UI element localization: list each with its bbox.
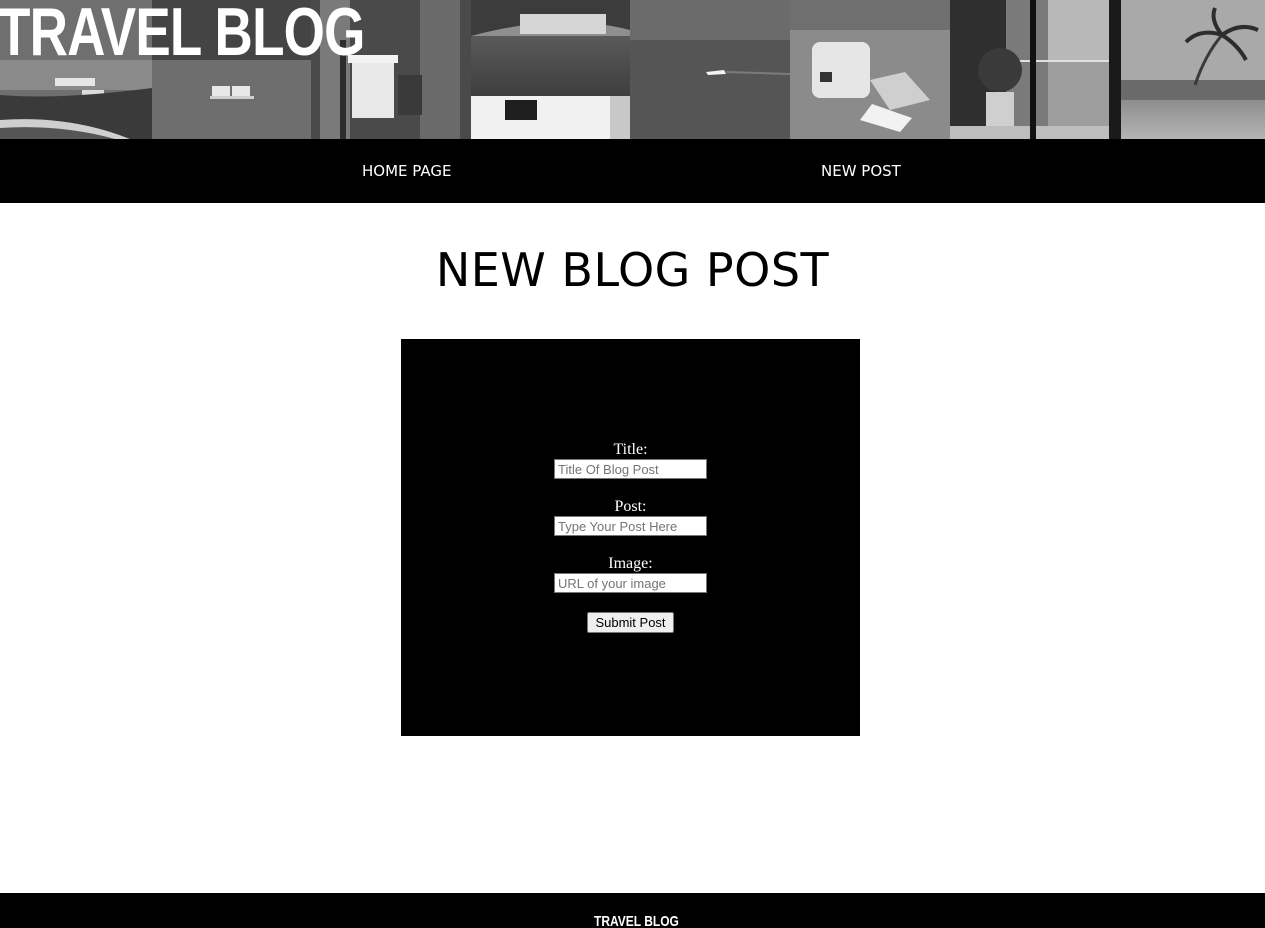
- nav-new-post-link[interactable]: NEW POST: [821, 139, 901, 203]
- title-input[interactable]: [554, 459, 707, 479]
- footer-logo: TRAVEL BLOG: [594, 913, 679, 928]
- balcony-sea-view-photo: [950, 0, 1109, 139]
- beach-bag-towel-photo: [790, 0, 950, 139]
- image-url-input[interactable]: [554, 573, 707, 593]
- main-nav: HOME PAGE NEW POST: [0, 139, 1265, 203]
- footer: TRAVEL BLOG: [0, 893, 1265, 928]
- ocean-speedboat-photo: [630, 0, 791, 139]
- lake-villa-deck-photo: [471, 0, 630, 139]
- nav-home-link[interactable]: HOME PAGE: [362, 139, 451, 203]
- new-post-form: Title: Post: Image: Submit Post: [401, 339, 860, 736]
- title-label: Title:: [613, 441, 648, 458]
- banner: TRAVEL BLOG: [0, 0, 1265, 139]
- submit-post-button[interactable]: Submit Post: [587, 612, 674, 633]
- beach-palm-tree-photo: [1109, 0, 1265, 139]
- post-label: Post:: [614, 498, 647, 515]
- post-input[interactable]: [554, 516, 707, 536]
- page-title: NEW BLOG POST: [435, 243, 830, 297]
- image-label: Image:: [608, 555, 653, 572]
- banner-title: TRAVEL BLOG: [0, 0, 365, 70]
